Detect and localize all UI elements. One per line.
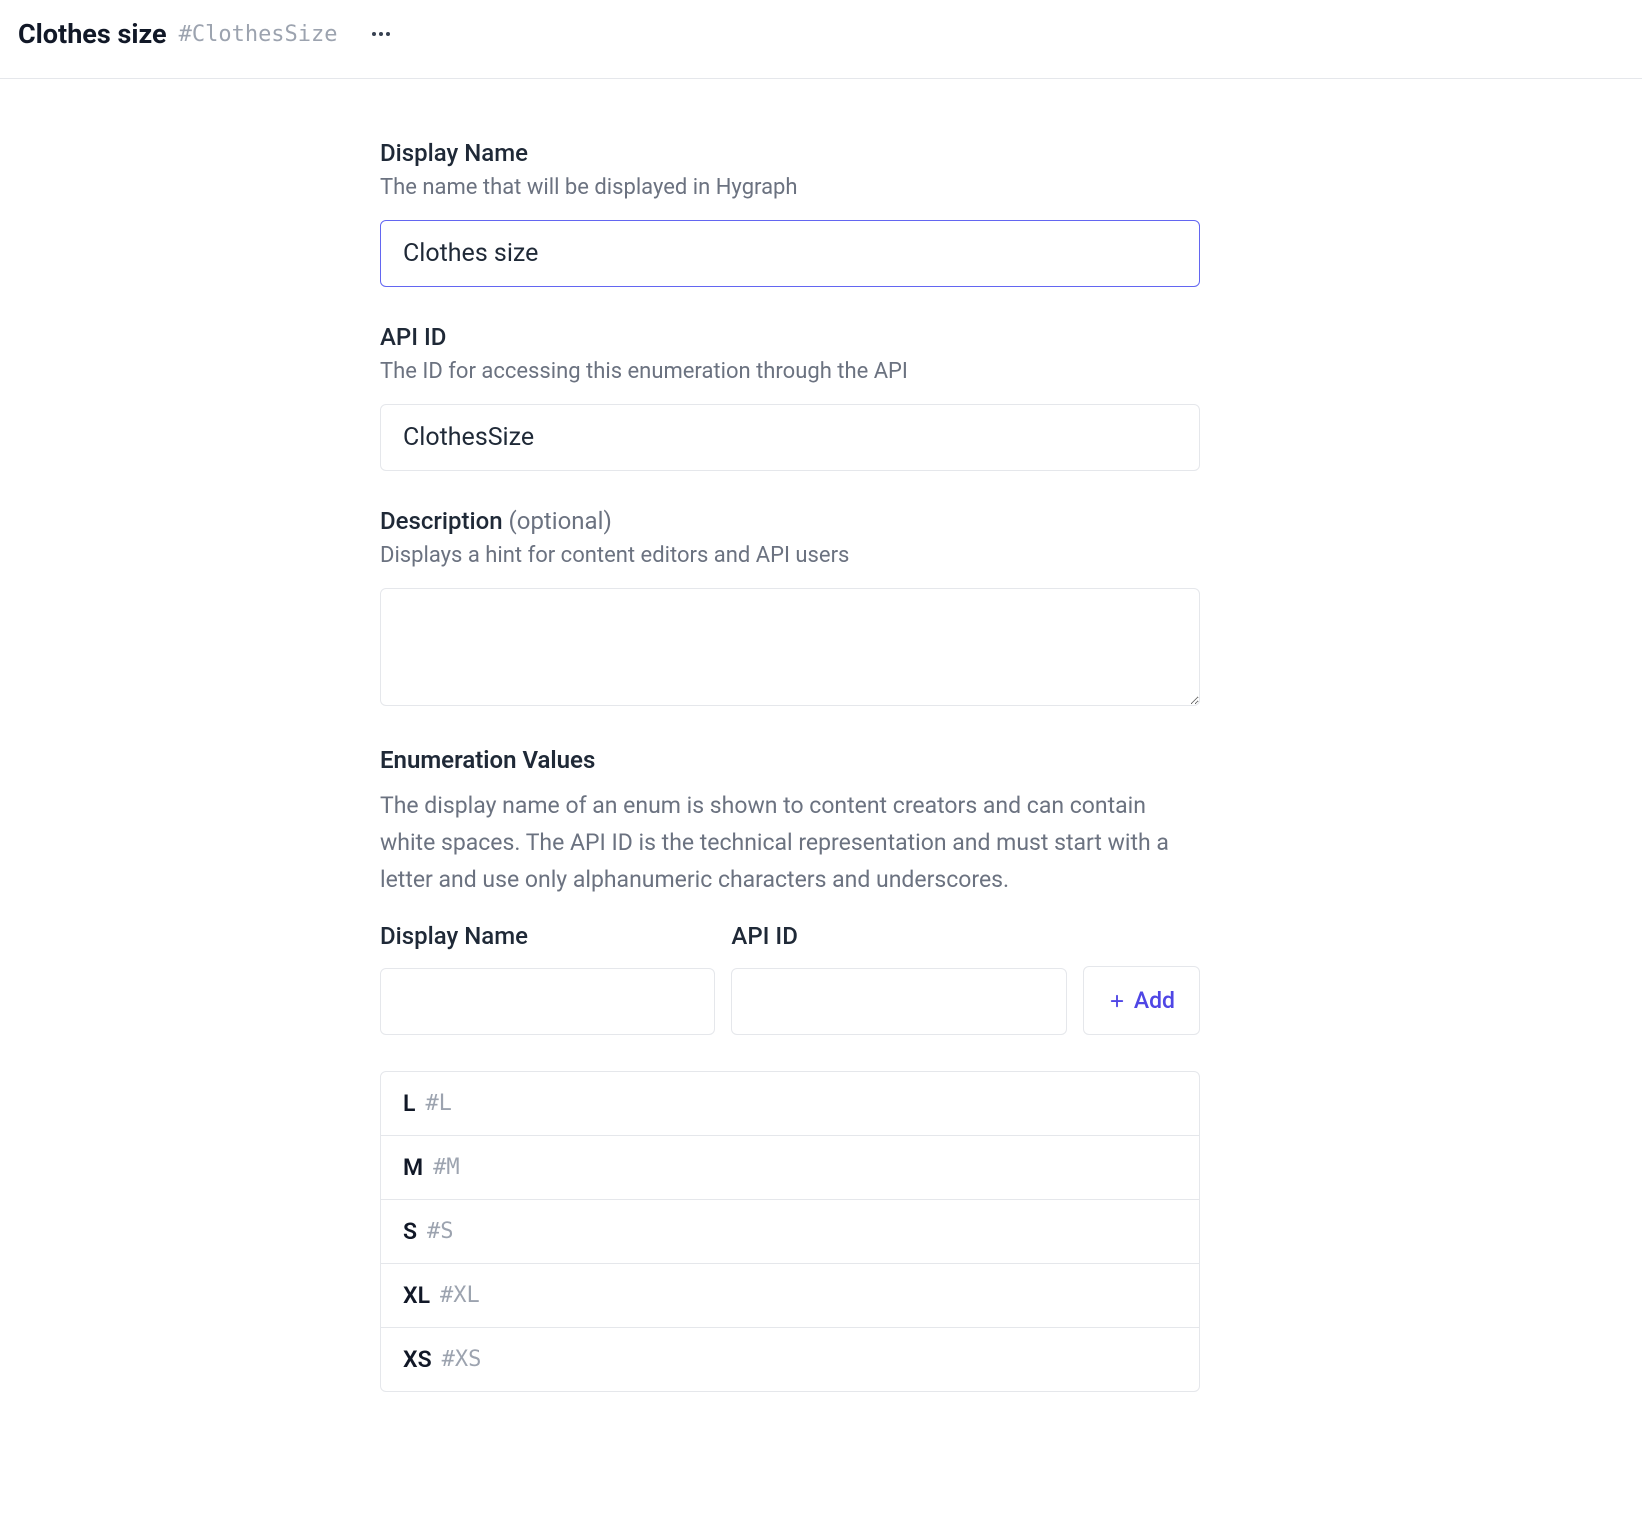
enum-value-display: S xyxy=(403,1218,417,1245)
description-label: Description (optional) xyxy=(380,507,1200,535)
enum-value-api: #XL xyxy=(440,1283,480,1308)
add-enum-value-button[interactable]: Add xyxy=(1083,966,1200,1035)
enum-values-group: Enumeration Values The display name of a… xyxy=(380,746,1200,1392)
list-item[interactable]: XL #XL xyxy=(381,1264,1199,1328)
description-label-text: Description xyxy=(380,507,503,535)
form-content: Display Name The name that will be displ… xyxy=(0,79,1200,1448)
enum-value-display: L xyxy=(403,1090,415,1117)
more-actions-button[interactable] xyxy=(368,28,394,40)
enum-values-hint: The display name of an enum is shown to … xyxy=(380,788,1200,898)
enum-value-display: M xyxy=(403,1154,423,1181)
api-id-label: API ID xyxy=(380,323,1200,351)
enum-value-api: #L xyxy=(425,1091,452,1116)
enum-display-name-col: Display Name xyxy=(380,922,715,1035)
enum-values-title: Enumeration Values xyxy=(380,746,1200,774)
enum-values-list: L #L M #M S #S XL #XL XS #XS xyxy=(380,1071,1200,1392)
description-optional-text: (optional) xyxy=(509,507,612,535)
dots-horizontal-icon xyxy=(372,32,376,36)
enum-value-api: #XS xyxy=(442,1347,482,1372)
enum-value-api: #M xyxy=(433,1155,460,1180)
list-item[interactable]: S #S xyxy=(381,1200,1199,1264)
enum-new-display-name-input[interactable] xyxy=(380,968,715,1035)
description-hint: Displays a hint for content editors and … xyxy=(380,543,1200,568)
display-name-input[interactable] xyxy=(380,220,1200,287)
api-id-hint: The ID for accessing this enumeration th… xyxy=(380,359,1200,384)
api-id-input[interactable] xyxy=(380,404,1200,471)
page-header: Clothes size #ClothesSize xyxy=(0,0,1642,79)
enum-new-api-id-input[interactable] xyxy=(731,968,1066,1035)
enum-display-name-header: Display Name xyxy=(380,922,715,950)
page-title: Clothes size xyxy=(18,18,167,50)
enum-api-id-col: API ID xyxy=(731,922,1066,1035)
list-item[interactable]: XS #XS xyxy=(381,1328,1199,1391)
enum-add-row: Display Name API ID Add xyxy=(380,922,1200,1035)
description-input[interactable] xyxy=(380,588,1200,706)
api-id-group: API ID The ID for accessing this enumera… xyxy=(380,323,1200,471)
enum-value-display: XL xyxy=(403,1282,430,1309)
display-name-group: Display Name The name that will be displ… xyxy=(380,139,1200,287)
display-name-hint: The name that will be displayed in Hygra… xyxy=(380,175,1200,200)
enum-value-api: #S xyxy=(427,1219,454,1244)
enum-api-id-header: API ID xyxy=(731,922,1066,950)
add-button-label: Add xyxy=(1134,987,1175,1014)
display-name-label: Display Name xyxy=(380,139,1200,167)
plus-icon xyxy=(1108,992,1126,1010)
enum-value-display: XS xyxy=(403,1346,432,1373)
list-item[interactable]: L #L xyxy=(381,1072,1199,1136)
page-tag: #ClothesSize xyxy=(179,22,338,47)
list-item[interactable]: M #M xyxy=(381,1136,1199,1200)
description-group: Description (optional) Displays a hint f… xyxy=(380,507,1200,710)
